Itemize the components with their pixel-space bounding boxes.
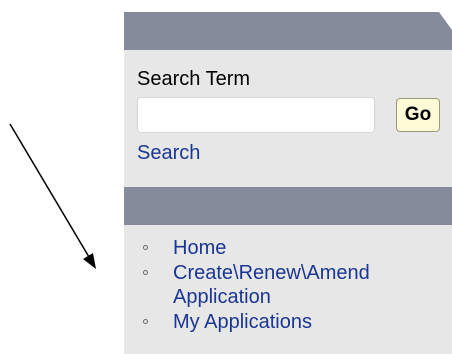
circle-bullet-icon <box>143 319 148 324</box>
arrow-head-icon <box>83 253 96 269</box>
nav-link-my-applications[interactable]: My Applications <box>173 311 312 333</box>
nav-item-home: Home <box>124 236 452 260</box>
search-link[interactable]: Search <box>137 142 200 165</box>
nav-link-create-renew-amend[interactable]: Create\Renew\Amend Application <box>173 262 370 308</box>
sidebar-header-bar <box>124 12 452 50</box>
nav-item-create-renew-amend: Create\Renew\Amend Application <box>124 261 452 309</box>
sidebar-section-bar <box>124 187 452 225</box>
circle-bullet-icon <box>143 270 148 275</box>
circle-bullet-icon <box>143 245 148 250</box>
arrow-shaft <box>9 123 90 258</box>
nav-list: Home Create\Renew\Amend Application My A… <box>124 236 452 335</box>
go-button[interactable]: Go <box>396 98 440 132</box>
search-term-label: Search Term <box>137 68 251 90</box>
sidebar-panel: Search Term Go Search Home Create\Renew\… <box>124 12 452 354</box>
nav-item-my-applications: My Applications <box>124 310 452 334</box>
search-input[interactable] <box>137 97 375 133</box>
nav-link-home[interactable]: Home <box>173 237 226 259</box>
